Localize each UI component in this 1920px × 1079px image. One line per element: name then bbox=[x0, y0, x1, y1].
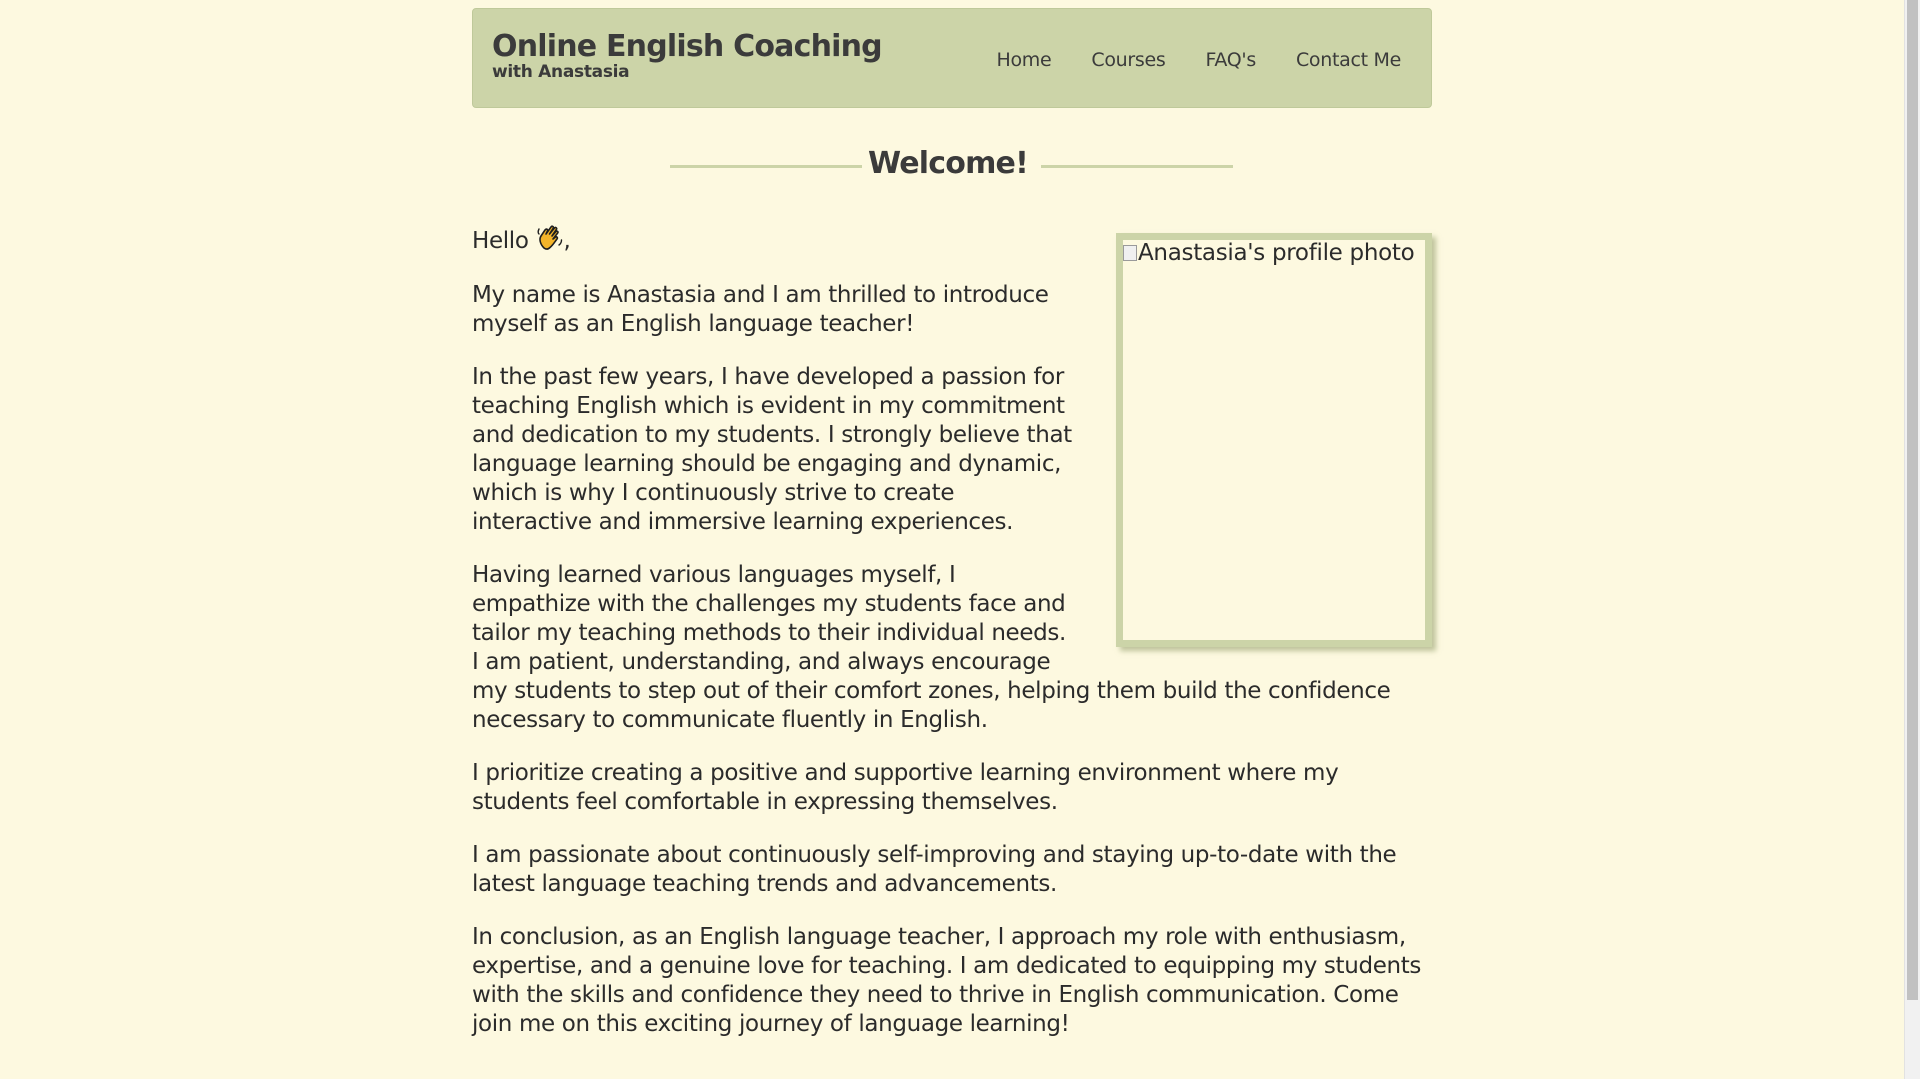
welcome-section: Welcome! bbox=[472, 146, 1432, 188]
profile-photo-alt-text: Anastasia's profile photo bbox=[1138, 240, 1415, 266]
brand[interactable]: Online English Coaching with Anastasia bbox=[492, 29, 883, 82]
welcome-heading: Welcome! bbox=[868, 146, 1029, 181]
conclusion-paragraph: In conclusion, as an English language te… bbox=[472, 924, 1422, 1037]
broken-image-icon bbox=[1123, 245, 1137, 261]
main-content: Anastasia's profile photo Hello , My nam… bbox=[472, 224, 1432, 1063]
nav-item-contact[interactable]: Contact Me bbox=[1296, 49, 1401, 71]
environment-paragraph: I prioritize creating a positive and sup… bbox=[472, 760, 1339, 815]
site-title: Online English Coaching bbox=[492, 29, 883, 64]
waving-hand-icon bbox=[537, 225, 562, 250]
scrollbar-thumb[interactable] bbox=[1907, 0, 1918, 1000]
main-nav: Home Courses FAQ's Contact Me bbox=[996, 49, 1401, 71]
profile-photo: Anastasia's profile photo bbox=[1123, 240, 1425, 640]
greeting-text: Hello bbox=[472, 228, 529, 254]
profile-photo-frame: Anastasia's profile photo bbox=[1116, 233, 1432, 647]
page-container: Online English Coaching with Anastasia H… bbox=[472, 8, 1432, 1037]
greeting-suffix: , bbox=[563, 228, 571, 254]
self-improvement-paragraph: I am passionate about continuously self-… bbox=[472, 842, 1397, 897]
vertical-scrollbar[interactable] bbox=[1904, 0, 1920, 1079]
page: Online English Coaching with Anastasia H… bbox=[0, 0, 1904, 1079]
nav-item-courses[interactable]: Courses bbox=[1091, 49, 1165, 71]
heading-rule-right bbox=[1041, 165, 1233, 168]
nav-item-home[interactable]: Home bbox=[996, 49, 1051, 71]
site-subtitle: with Anastasia bbox=[492, 62, 630, 82]
site-header: Online English Coaching with Anastasia H… bbox=[472, 8, 1432, 108]
nav-item-faqs[interactable]: FAQ's bbox=[1206, 49, 1257, 71]
profile-photo-alt: Anastasia's profile photo bbox=[1123, 240, 1415, 266]
heading-rule-left bbox=[670, 165, 862, 168]
